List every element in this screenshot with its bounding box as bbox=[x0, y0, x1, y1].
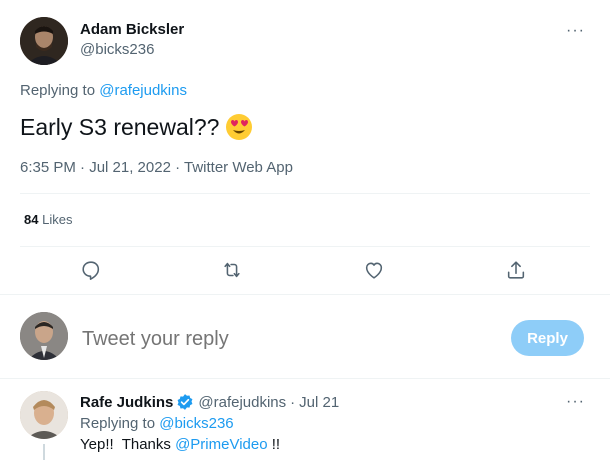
reply-author-handle[interactable]: @rafejudkins bbox=[198, 394, 286, 411]
author-avatar[interactable] bbox=[20, 17, 68, 65]
divider bbox=[0, 378, 610, 379]
reply-author-avatar[interactable] bbox=[20, 391, 68, 439]
heart-icon[interactable] bbox=[363, 259, 385, 281]
reply-text-end: !! bbox=[267, 436, 281, 453]
more-options-icon[interactable]: ··· bbox=[566, 23, 585, 39]
thread-line bbox=[43, 444, 45, 460]
reply-text-start: Yep!! Thanks bbox=[80, 436, 176, 453]
likes-label: Likes bbox=[42, 212, 73, 227]
likes-stat[interactable]: 84 Likes bbox=[24, 212, 72, 227]
tweet-timestamp[interactable]: 6:35 PM · Jul 21, 2022 · Twitter Web App bbox=[20, 159, 293, 176]
author-handle[interactable]: @bicks236 bbox=[80, 41, 154, 58]
reply-input[interactable] bbox=[82, 326, 482, 352]
my-avatar[interactable] bbox=[20, 312, 68, 360]
reply-replying-to-label: Replying to bbox=[80, 415, 160, 432]
replying-to-label: Replying to bbox=[20, 82, 100, 99]
reply-date[interactable]: Jul 21 bbox=[299, 394, 339, 411]
reply-button[interactable]: Reply bbox=[511, 320, 584, 356]
reply-author-name[interactable]: Rafe Judkins bbox=[80, 394, 173, 411]
reply-replying-to-link[interactable]: @bicks236 bbox=[159, 415, 233, 432]
divider bbox=[20, 193, 590, 194]
reply-replying-to-line: Replying to @bicks236 bbox=[80, 415, 234, 432]
share-icon[interactable] bbox=[505, 259, 527, 281]
likes-count: 84 bbox=[24, 212, 39, 227]
tweet-text: Early S3 renewal?? bbox=[20, 113, 253, 141]
verified-badge-icon bbox=[176, 393, 194, 411]
mention-link[interactable]: @PrimeVideo bbox=[175, 436, 268, 453]
replying-to-link[interactable]: @rafejudkins bbox=[99, 82, 187, 99]
divider bbox=[0, 294, 610, 295]
heart-eyes-emoji-icon bbox=[225, 113, 253, 141]
tweet-body: Early S3 renewal?? bbox=[20, 113, 220, 140]
reply-more-options-icon[interactable]: ··· bbox=[566, 394, 585, 410]
separator: · bbox=[290, 393, 296, 411]
reply-text: Yep!! Thanks @PrimeVideo !! bbox=[80, 436, 280, 453]
retweet-icon[interactable] bbox=[221, 259, 243, 281]
replying-to-line: Replying to @rafejudkins bbox=[20, 82, 187, 99]
divider bbox=[20, 246, 590, 247]
reply-icon[interactable] bbox=[80, 259, 102, 281]
author-name[interactable]: Adam Bicksler bbox=[80, 21, 184, 38]
reply-header: Rafe Judkins @rafejudkins · Jul 21 bbox=[80, 393, 339, 411]
